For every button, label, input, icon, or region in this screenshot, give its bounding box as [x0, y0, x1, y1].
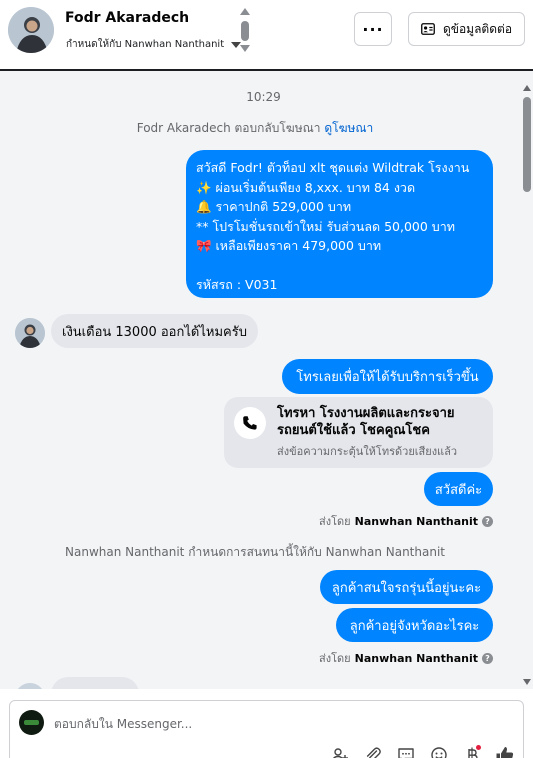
sent-by-label: ส่งโดย	[319, 652, 351, 665]
message-timestamp: 10:29	[246, 90, 281, 104]
notification-dot	[476, 745, 481, 750]
scroll-up-icon[interactable]	[523, 85, 531, 91]
question-message: ลูกค้าอยู่จังหวัดอะไรคะ	[336, 608, 493, 642]
contact-avatar[interactable]	[8, 7, 54, 53]
promo-line: สวัสดี Fodr! ตัวท็อป xlt ชุดแต่ง Wildtra…	[196, 160, 470, 175]
scroll-down-icon[interactable]	[523, 679, 531, 685]
promo-line: ✨ ผ่อนเริ่มต้นเพียง 8,xxx. บาท 84 งวด	[196, 179, 416, 195]
sent-by-note: ส่งโดย Nanwhan Nanthanit ?	[319, 512, 493, 530]
promo-line: รหัสรถ : V031	[196, 277, 278, 292]
add-contact-icon[interactable]	[330, 745, 350, 758]
saved-reply-icon[interactable]	[396, 745, 416, 758]
sent-by-label: ส่งโดย	[319, 515, 351, 528]
ad-reply-note: Fodr Akaradech ตอบกลับโฆษณา ดูโฆษณา	[0, 119, 510, 138]
assign-dropdown[interactable]: กำหนดให้กับ Nanwhan Nanthanit	[66, 37, 242, 52]
view-contact-button[interactable]: ดูข้อมูลติดต่อ	[408, 12, 525, 46]
info-icon[interactable]: ?	[482, 515, 493, 527]
call-card-title: โทรหา โรงงานผลิตและกระจายรถยนต์ใช้แล้ว โ…	[277, 406, 455, 438]
page-avatar	[19, 710, 44, 735]
call-cta-message: โทรเลยเพื่อให้ได้รับบริการเร็วขึ้น	[282, 359, 493, 394]
sender-avatar[interactable]	[15, 318, 45, 348]
message-thread[interactable]: 10:29 Fodr Akaradech ตอบกลับโฆษณา ดูโฆษณ…	[0, 69, 533, 689]
call-card-subtitle: ส่งข้อความกระตุ้นให้โทรด้วยเสียงแล้ว	[277, 445, 458, 458]
more-icon: ···	[362, 19, 384, 39]
emoji-icon[interactable]	[429, 745, 449, 758]
ad-reply-text: Fodr Akaradech ตอบกลับโฆษณา	[136, 121, 321, 135]
info-icon[interactable]: ?	[482, 652, 493, 664]
greeting-message: สวัสดีค่ะ	[424, 472, 493, 506]
call-icon-wrap	[234, 407, 266, 439]
more-options-button[interactable]: ···	[354, 12, 392, 46]
reply-input[interactable]	[54, 715, 354, 733]
reply-composer	[9, 700, 524, 758]
sent-by-name[interactable]: Nanwhan Nanthanit	[355, 515, 478, 528]
contact-avatar-image	[8, 7, 54, 53]
question-message: ลูกค้าสนใจรถรุ่นนี้อยู่นะคะ	[320, 570, 493, 604]
call-card[interactable]: โทรหา โรงงานผลิตและกระจายรถยนต์ใช้แล้ว โ…	[224, 397, 493, 468]
thread-scrollbar[interactable]	[521, 85, 533, 689]
sender-avatar-image	[15, 318, 45, 348]
sent-by-name[interactable]: Nanwhan Nanthanit	[355, 652, 478, 665]
view-ad-link[interactable]: ดูโฆษณา	[324, 121, 373, 135]
phone-icon	[243, 416, 257, 430]
incoming-message: เงินเดือน 13000 ออกได้ไหมครับ	[51, 314, 258, 348]
promo-spacer	[196, 256, 483, 276]
contact-name: Fodr Akaradech	[65, 10, 190, 26]
scroll-up-icon[interactable]	[240, 8, 250, 15]
conversation-header: Fodr Akaradech กำหนดให้กับ Nanwhan Nanth…	[0, 0, 533, 68]
view-contact-label: ดูข้อมูลติดต่อ	[442, 21, 513, 36]
sender-avatar[interactable]	[15, 683, 45, 689]
header-scrollbar[interactable]	[240, 8, 250, 54]
composer-toolbar	[330, 745, 515, 758]
scroll-thumb[interactable]	[241, 21, 249, 41]
like-icon[interactable]	[495, 745, 515, 758]
assign-label: กำหนดให้กับ Nanwhan Nanthanit	[66, 39, 225, 50]
outgoing-promo-message: สวัสดี Fodr! ตัวท็อป xlt ชุดแต่ง Wildtra…	[186, 150, 493, 298]
currency-icon[interactable]	[462, 745, 482, 758]
promo-line: 🎀 เหลือเพียงราคา 479,000 บาท	[196, 238, 382, 253]
scroll-down-icon[interactable]	[240, 45, 250, 52]
promo-line: 🔔 ราคาปกติ 529,000 บาท	[196, 199, 352, 214]
assignment-system-note: Nanwhan Nanthanit กำหนดการสนทนานี้ให้กับ…	[65, 545, 445, 559]
promo-line: ** โปรโมชั่นรถเข้าใหม่ รับส่วนลด 50,000 …	[196, 218, 455, 234]
incoming-message-partial	[51, 677, 139, 689]
attach-icon[interactable]	[363, 745, 383, 758]
scroll-thumb[interactable]	[523, 97, 531, 192]
contact-card-icon	[421, 23, 435, 35]
sent-by-note: ส่งโดย Nanwhan Nanthanit ?	[319, 649, 493, 667]
